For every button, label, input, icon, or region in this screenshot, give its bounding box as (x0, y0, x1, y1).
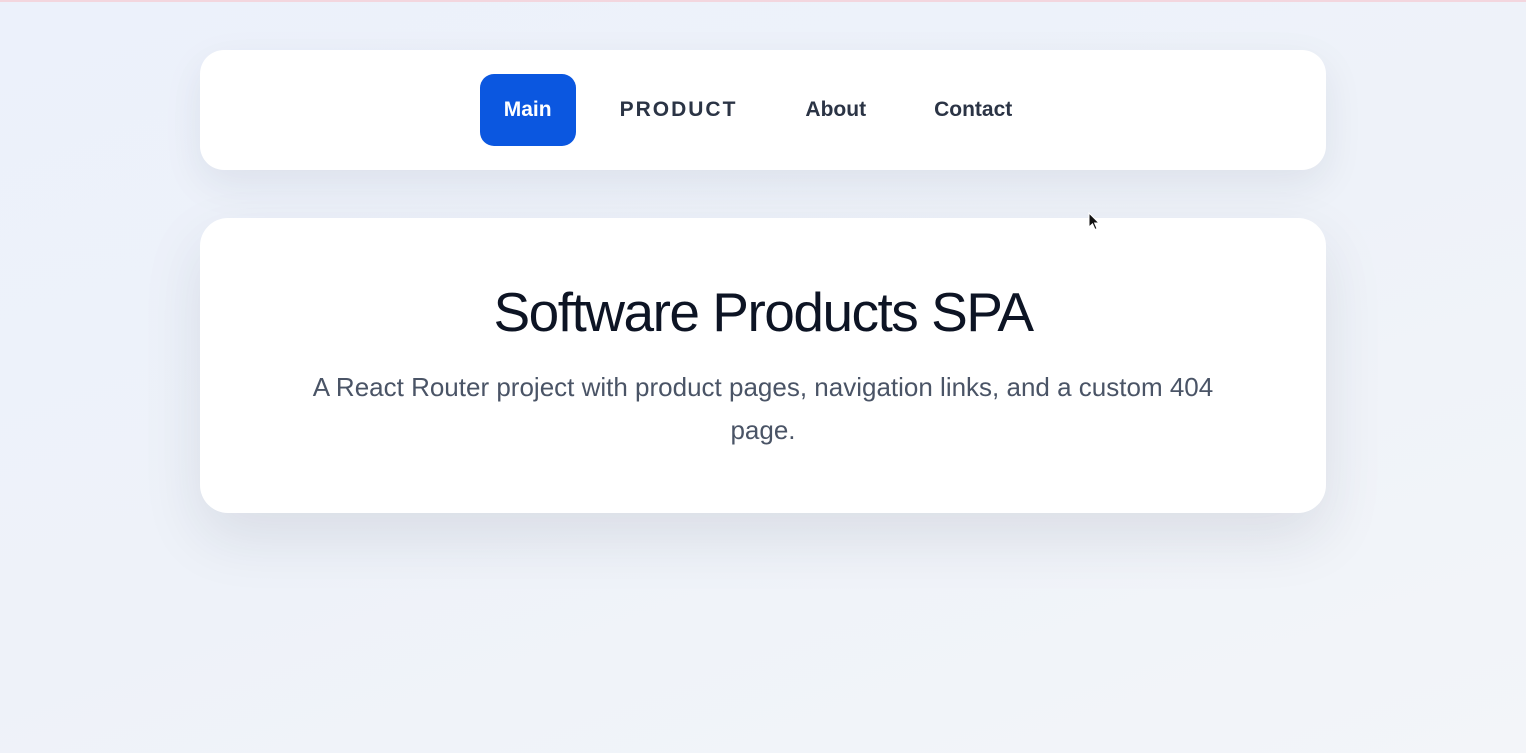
nav-link-contact[interactable]: Contact (910, 74, 1036, 146)
top-border-line (0, 0, 1526, 2)
nav-link-about[interactable]: About (781, 74, 890, 146)
page-title: Software Products SPA (493, 281, 1034, 343)
navigation-bar: Main PRODUCT About Contact (200, 50, 1326, 170)
nav-link-product[interactable]: PRODUCT (596, 74, 762, 146)
hero-card: Software Products SPA A React Router pro… (200, 218, 1326, 513)
nav-list: Main PRODUCT About Contact (200, 74, 1326, 146)
nav-link-main[interactable]: Main (479, 74, 576, 146)
page-description: A React Router project with product page… (312, 372, 1214, 445)
mouse-cursor-icon (1088, 212, 1100, 231)
